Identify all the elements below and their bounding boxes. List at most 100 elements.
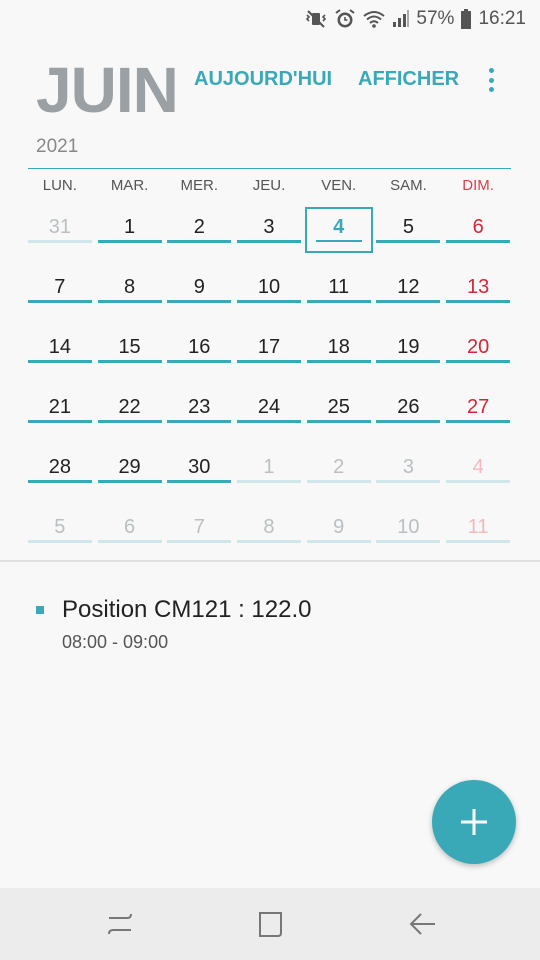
month-grid: 31 1 2 3 4 5 6 7 8 9 10 11 12 13 14 15 16 17 18 19 20 21 22 23 2… — [25, 206, 513, 566]
day-cell[interactable]: 23 — [164, 386, 234, 446]
day-underline — [97, 360, 162, 363]
day-underline — [27, 480, 92, 483]
day-underline — [306, 540, 371, 543]
recent-apps-icon[interactable] — [100, 906, 140, 942]
day-underline — [236, 420, 301, 423]
day-cell[interactable]: 14 — [25, 326, 95, 386]
day-underline — [306, 360, 371, 363]
day-cell[interactable]: 11 — [443, 506, 513, 566]
day-cell[interactable]: 3 — [234, 206, 304, 266]
day-underline — [97, 480, 162, 483]
day-cell[interactable]: 6 — [443, 206, 513, 266]
day-cell-today[interactable]: 4 — [304, 206, 374, 266]
day-underline — [315, 240, 362, 242]
day-cell[interactable]: 3 — [374, 446, 444, 506]
weekday-label-sunday: DIM. — [462, 177, 494, 194]
day-cell[interactable]: 5 — [25, 506, 95, 566]
day-underline — [446, 360, 511, 363]
day-cell[interactable]: 1 — [234, 446, 304, 506]
header-divider — [28, 168, 511, 169]
day-underline — [167, 360, 232, 363]
month-title: JUIN — [36, 54, 179, 126]
event-time: 08:00 - 09:00 — [62, 632, 169, 652]
day-cell[interactable]: 10 — [234, 266, 304, 326]
day-underline — [446, 420, 511, 423]
signal-icon — [392, 9, 410, 29]
add-event-button[interactable] — [432, 780, 516, 864]
day-cell[interactable]: 19 — [374, 326, 444, 386]
day-cell[interactable]: 7 — [164, 506, 234, 566]
weekday-label: JEU. — [252, 177, 286, 194]
day-underline — [376, 540, 441, 543]
day-cell[interactable]: 29 — [95, 446, 165, 506]
day-underline — [446, 240, 511, 243]
day-cell[interactable]: 18 — [304, 326, 374, 386]
day-cell[interactable]: 20 — [443, 326, 513, 386]
status-bar: 57% 16:21 — [0, 0, 540, 38]
day-cell[interactable]: 28 — [25, 446, 95, 506]
event-color-marker — [36, 606, 44, 614]
day-cell[interactable]: 27 — [443, 386, 513, 446]
day-cell[interactable]: 22 — [95, 386, 165, 446]
day-underline — [306, 420, 371, 423]
battery-percent: 57% — [416, 8, 455, 29]
today-highlight — [304, 207, 373, 253]
event-title: Position CM121 : 122.0 — [62, 596, 312, 623]
day-cell[interactable]: 6 — [95, 506, 165, 566]
day-underline — [27, 240, 92, 243]
day-underline — [236, 480, 301, 483]
event-item[interactable]: Position CM121 : 122.0 08:00 - 09:00 — [36, 596, 506, 660]
day-cell[interactable]: 4 — [443, 446, 513, 506]
day-cell[interactable]: 16 — [164, 326, 234, 386]
system-navbar — [0, 888, 540, 960]
day-cell[interactable]: 11 — [304, 266, 374, 326]
day-cell[interactable]: 2 — [164, 206, 234, 266]
day-underline — [236, 360, 301, 363]
day-cell[interactable]: 8 — [95, 266, 165, 326]
plus-icon — [458, 806, 490, 838]
day-underline — [236, 540, 301, 543]
day-cell[interactable]: 2 — [304, 446, 374, 506]
day-cell[interactable]: 9 — [164, 266, 234, 326]
day-underline — [27, 420, 92, 423]
weekday-label: LUN. — [42, 177, 77, 194]
calendar-header: JUIN AUJOURD'HUI AFFICHER — [0, 58, 540, 128]
year-label: 2021 — [36, 136, 79, 157]
section-divider — [0, 560, 540, 562]
day-cell[interactable]: 17 — [234, 326, 304, 386]
day-cell[interactable]: 5 — [374, 206, 444, 266]
day-cell[interactable]: 21 — [25, 386, 95, 446]
day-underline — [97, 540, 162, 543]
day-cell[interactable]: 25 — [304, 386, 374, 446]
day-cell[interactable]: 13 — [443, 266, 513, 326]
day-underline — [236, 300, 301, 303]
alarm-icon — [334, 8, 356, 30]
day-cell[interactable]: 10 — [374, 506, 444, 566]
day-cell[interactable]: 15 — [95, 326, 165, 386]
weekday-header: LUN. MAR. MER. JEU. VEN. SAM. DIM. — [25, 176, 513, 196]
day-cell[interactable]: 24 — [234, 386, 304, 446]
day-cell[interactable]: 26 — [374, 386, 444, 446]
day-underline — [236, 240, 301, 243]
weekday-label: SAM. — [390, 177, 427, 194]
day-cell[interactable]: 12 — [374, 266, 444, 326]
day-cell[interactable]: 31 — [25, 206, 95, 266]
today-button[interactable]: AUJOURD'HUI — [194, 68, 332, 91]
more-vert-icon[interactable] — [480, 66, 502, 94]
day-underline — [27, 540, 92, 543]
day-cell[interactable]: 30 — [164, 446, 234, 506]
day-cell[interactable]: 7 — [25, 266, 95, 326]
day-underline — [446, 540, 511, 543]
day-underline — [306, 300, 371, 303]
day-underline — [376, 240, 441, 243]
day-underline — [167, 540, 232, 543]
home-icon[interactable] — [250, 906, 290, 942]
view-button[interactable]: AFFICHER — [358, 68, 459, 91]
day-cell[interactable]: 8 — [234, 506, 304, 566]
day-cell[interactable]: 9 — [304, 506, 374, 566]
battery-icon — [460, 8, 472, 30]
back-icon[interactable] — [402, 906, 442, 942]
day-cell[interactable]: 1 — [95, 206, 165, 266]
day-underline — [167, 240, 232, 243]
mute-vibrate-icon — [304, 9, 328, 29]
